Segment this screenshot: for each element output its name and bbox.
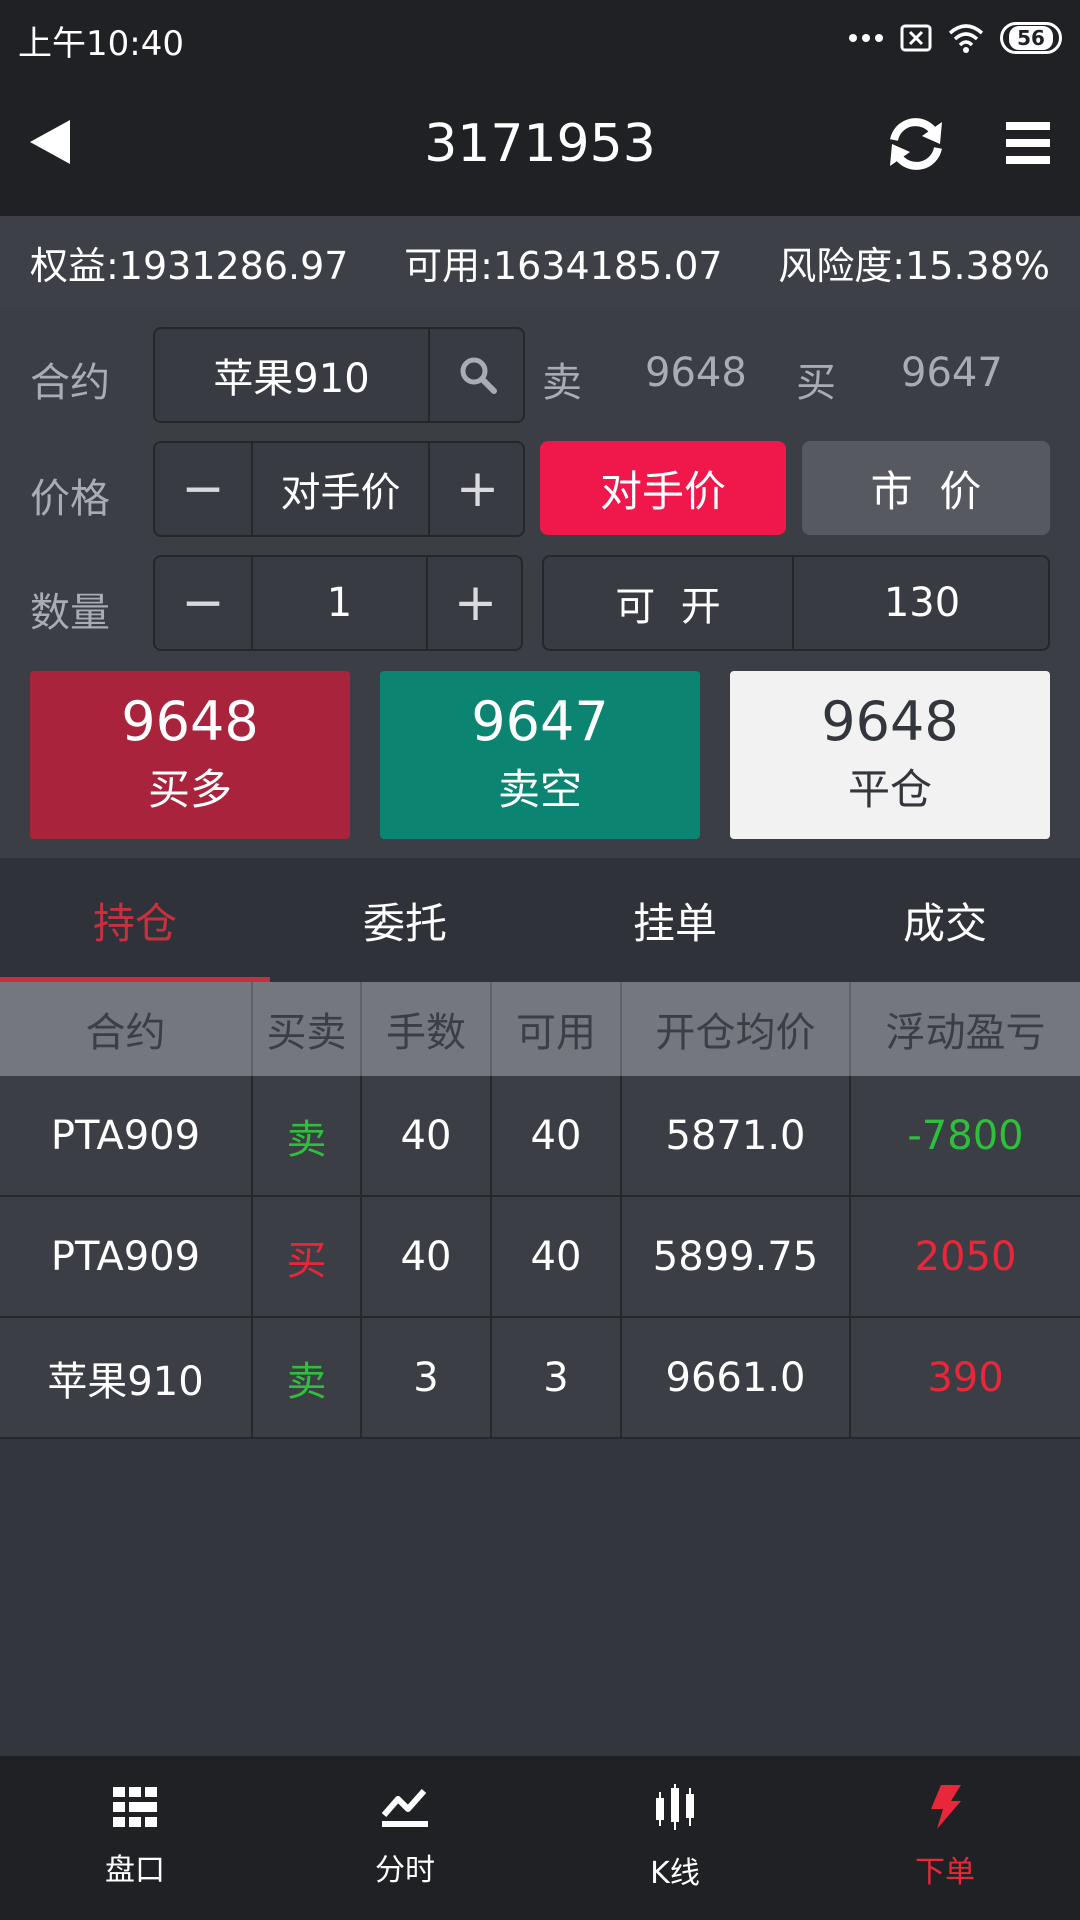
quantity-plus-button[interactable]: + [428, 557, 523, 649]
battery-level: 56 [1009, 26, 1053, 50]
cell-available: 40 [492, 1197, 622, 1316]
cell-available: 40 [492, 1076, 622, 1195]
price-stepper: − 对手价 + [153, 441, 525, 537]
cell-available: 3 [492, 1318, 622, 1437]
price-label: 价格 [30, 476, 110, 522]
header-available: 可用 [492, 982, 622, 1076]
openable-display: 可 开 130 [542, 555, 1050, 651]
trend-chart-icon [382, 1789, 428, 1827]
quantity-input[interactable]: 1 [253, 557, 426, 649]
buy-long-label: 买多 [147, 765, 232, 814]
cell-avg-price: 5899.75 [622, 1197, 851, 1316]
tab-trades[interactable]: 成交 [810, 858, 1080, 982]
cell-pnl: 390 [927, 1354, 1004, 1401]
table-row[interactable]: PTA909 买 40 40 5899.75 2050 [0, 1197, 1080, 1318]
battery-icon: 56 [1000, 22, 1062, 54]
openable-value: 130 [883, 580, 961, 626]
cell-lots: 40 [362, 1076, 492, 1195]
cell-contract: PTA909 [0, 1076, 253, 1195]
status-icons: 56 [848, 18, 1062, 58]
more-dots-icon [849, 34, 883, 42]
equity-text: 权益:1931286.97 [30, 243, 349, 288]
header-pnl: 浮动盈亏 [885, 1010, 1046, 1056]
positions-table: 合约 买卖 手数 可用 开仓均价 浮动盈亏 PTA909 卖 40 40 587… [0, 982, 1080, 1439]
grid-list-icon [113, 1787, 157, 1827]
cell-avg-price: 9661.0 [622, 1318, 851, 1437]
refresh-icon[interactable] [884, 112, 948, 176]
nav-order-book-label: 盘口 [105, 1853, 165, 1888]
tab-positions[interactable]: 持仓 [0, 858, 270, 982]
cell-side: 卖 [253, 1076, 362, 1195]
header-lots: 手数 [362, 982, 492, 1076]
cell-avg-price: 5871.0 [622, 1076, 851, 1195]
sell-label: 卖 [542, 360, 582, 406]
table-header: 合约 买卖 手数 可用 开仓均价 浮动盈亏 [0, 982, 1080, 1076]
wifi-icon [948, 24, 984, 53]
price-minus-button[interactable]: − [155, 443, 251, 535]
quantity-stepper: − 1 + [153, 555, 523, 651]
nav-order-book[interactable]: 盘口 [0, 1756, 270, 1920]
nav-time-share-label: 分时 [375, 1853, 435, 1888]
available-text: 可用:1634185.07 [404, 243, 723, 288]
market-price-button[interactable]: 市 价 [802, 441, 1050, 535]
contract-selector[interactable]: 苹果910 [153, 327, 525, 423]
buy-long-button[interactable]: 9648 买多 [30, 671, 350, 839]
account-summary: 权益:1931286.97 可用:1634185.07 风险度:15.38% [0, 216, 1080, 308]
price-plus-button[interactable]: + [430, 443, 525, 535]
contract-label: 合约 [30, 360, 110, 406]
search-icon [460, 357, 497, 394]
table-row[interactable]: PTA909 卖 40 40 5871.0 -7800 [0, 1076, 1080, 1197]
header-side: 买卖 [253, 982, 362, 1076]
nav-kline-label: K线 [650, 1856, 700, 1891]
tab-orders[interactable]: 委托 [270, 858, 540, 982]
close-position-price: 9648 [821, 690, 959, 753]
tab-bar: 持仓 委托 挂单 成交 [0, 858, 1080, 982]
header-contract: 合约 [0, 982, 253, 1076]
close-position-label: 平仓 [847, 765, 932, 814]
nav-kline[interactable]: K线 [540, 1756, 810, 1920]
sim-off-icon [900, 24, 932, 52]
buy-label: 买 [796, 360, 836, 406]
buy-price: 9647 [901, 350, 1003, 396]
cell-lots: 3 [362, 1318, 492, 1437]
status-time: 上午10:40 [18, 24, 184, 64]
sell-short-button[interactable]: 9647 卖空 [380, 671, 700, 839]
cell-lots: 40 [362, 1197, 492, 1316]
contract-value: 苹果910 [213, 356, 370, 402]
back-arrow-icon[interactable] [30, 120, 70, 164]
quantity-minus-button[interactable]: − [155, 557, 251, 649]
cell-contract: 苹果910 [0, 1318, 253, 1437]
sell-price: 9648 [645, 350, 747, 396]
nav-place-order[interactable]: 下单 [810, 1756, 1080, 1920]
quantity-label: 数量 [30, 590, 110, 636]
table-row[interactable]: 苹果910 卖 3 3 9661.0 390 [0, 1318, 1080, 1439]
buy-long-price: 9648 [121, 690, 259, 753]
sell-short-label: 卖空 [497, 765, 582, 814]
lightning-icon [931, 1785, 961, 1829]
counter-price-button[interactable]: 对手价 [540, 441, 786, 535]
sell-short-price: 9647 [471, 690, 609, 753]
cell-pnl: -7800 [907, 1112, 1024, 1159]
price-value[interactable]: 对手价 [253, 443, 428, 535]
header-avg-price: 开仓均价 [622, 982, 851, 1076]
cell-side: 卖 [253, 1318, 362, 1437]
nav-time-share[interactable]: 分时 [270, 1756, 540, 1920]
nav-place-order-label: 下单 [915, 1855, 975, 1890]
bottom-nav: 盘口 分时 K线 下单 [0, 1756, 1080, 1920]
tab-pending[interactable]: 挂单 [540, 858, 810, 982]
search-button[interactable] [430, 329, 525, 421]
cell-side: 买 [253, 1197, 362, 1316]
risk-text: 风险度:15.38% [778, 243, 1050, 288]
openable-label: 可 开 [615, 584, 721, 630]
menu-icon[interactable] [1006, 122, 1050, 164]
cell-pnl: 2050 [914, 1233, 1017, 1280]
close-position-button[interactable]: 9648 平仓 [730, 671, 1050, 839]
cell-contract: PTA909 [0, 1197, 253, 1316]
candlestick-icon [656, 1784, 694, 1830]
